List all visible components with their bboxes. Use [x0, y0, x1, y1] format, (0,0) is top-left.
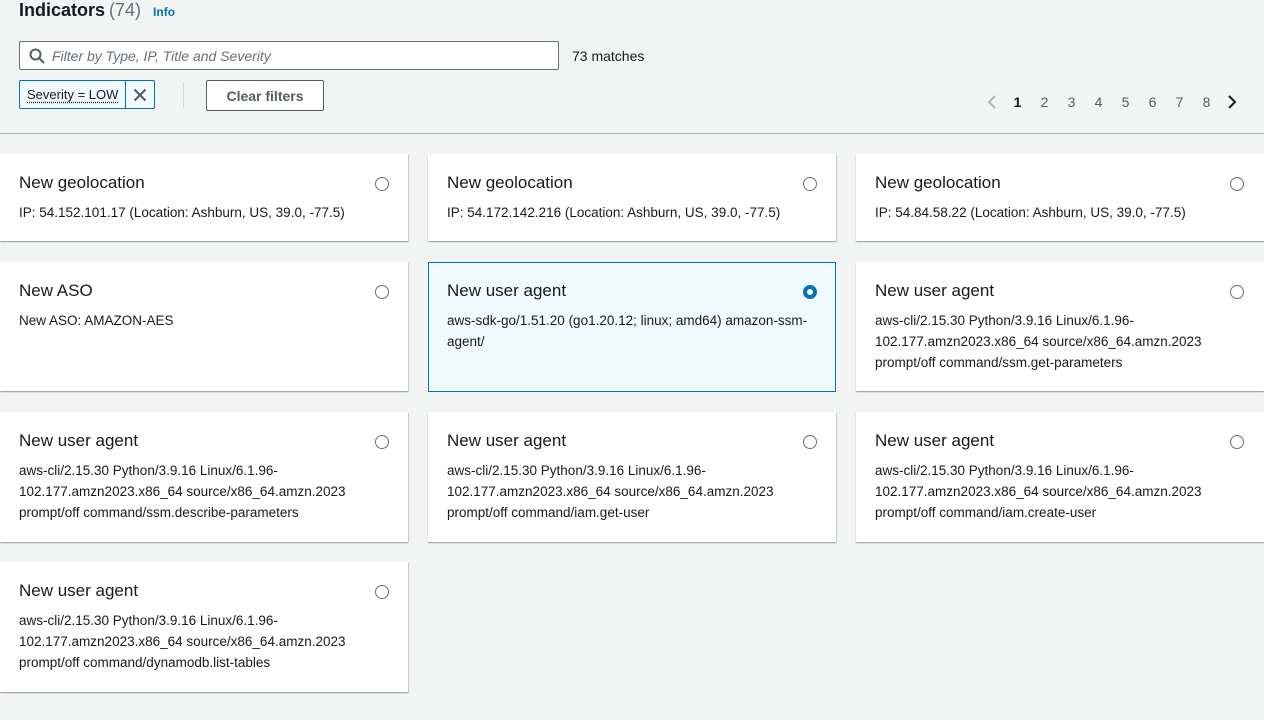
card-title: New ASO — [19, 281, 93, 300]
indicator-card[interactable]: New user agent aws-cli/2.15.30 Python/3.… — [0, 562, 408, 692]
indicators-count: (74) — [109, 0, 142, 20]
card-title: New user agent — [19, 431, 139, 450]
card-description: IP: 54.84.58.22 (Location: Ashburn, US, … — [875, 205, 1186, 220]
card-title: New user agent — [19, 581, 139, 600]
indicator-card[interactable]: New user agent aws-cli/2.15.30 Python/3.… — [428, 412, 836, 542]
card-radio[interactable] — [375, 585, 389, 599]
page-2[interactable]: 2 — [1031, 93, 1058, 111]
page-3[interactable]: 3 — [1058, 93, 1085, 111]
indicator-card[interactable]: New user agent aws-cli/2.15.30 Python/3.… — [0, 412, 408, 542]
pagination: 1 2 3 4 5 6 7 8 — [980, 93, 1244, 111]
divider — [183, 82, 184, 108]
card-radio[interactable] — [1230, 435, 1244, 449]
indicator-card[interactable]: New geolocation IP: 54.152.101.17 (Locat… — [0, 154, 408, 241]
card-title: New user agent — [447, 431, 567, 450]
card-description: IP: 54.152.101.17 (Location: Ashburn, US… — [19, 205, 345, 220]
page-6[interactable]: 6 — [1139, 93, 1166, 111]
card-title: New geolocation — [875, 173, 1001, 192]
page-1[interactable]: 1 — [1004, 93, 1031, 111]
section-divider — [0, 133, 1264, 134]
indicator-card[interactable]: New geolocation IP: 54.172.142.216 (Loca… — [428, 154, 836, 241]
indicator-card-selected[interactable]: New user agent aws-sdk-go/1.51.20 (go1.2… — [428, 262, 836, 392]
card-radio[interactable] — [803, 177, 817, 191]
card-radio[interactable] — [1230, 285, 1244, 299]
page-title: Indicators — [19, 0, 106, 20]
card-title: New geolocation — [447, 173, 573, 192]
card-description: aws-cli/2.15.30 Python/3.9.16 Linux/6.1.… — [19, 613, 346, 670]
card-radio[interactable] — [375, 285, 389, 299]
indicator-card[interactable]: New geolocation IP: 54.84.58.22 (Locatio… — [856, 154, 1264, 241]
card-description: aws-cli/2.15.30 Python/3.9.16 Linux/6.1.… — [875, 463, 1202, 520]
chevron-right-icon[interactable] — [1220, 93, 1244, 111]
close-icon[interactable] — [126, 81, 154, 108]
card-title: New user agent — [875, 281, 995, 300]
card-description: aws-cli/2.15.30 Python/3.9.16 Linux/6.1.… — [19, 463, 346, 520]
indicator-card[interactable]: New user agent aws-cli/2.15.30 Python/3.… — [856, 262, 1264, 391]
filter-token: Severity = LOW — [19, 80, 156, 109]
card-description: aws-cli/2.15.30 Python/3.9.16 Linux/6.1.… — [875, 313, 1202, 370]
page-8[interactable]: 8 — [1193, 93, 1220, 111]
card-radio[interactable] — [375, 177, 389, 191]
card-description: New ASO: AMAZON-AES — [19, 313, 174, 328]
card-radio[interactable] — [803, 435, 817, 449]
search-icon — [29, 48, 45, 64]
card-title: New geolocation — [19, 173, 145, 192]
card-title: New user agent — [447, 281, 567, 300]
search-box[interactable] — [19, 41, 559, 70]
chevron-left-icon[interactable] — [980, 93, 1004, 111]
search-input[interactable] — [52, 47, 558, 64]
card-description: aws-cli/2.15.30 Python/3.9.16 Linux/6.1.… — [447, 463, 774, 520]
card-radio[interactable] — [1230, 177, 1244, 191]
filter-token-label[interactable]: Severity = LOW — [20, 81, 127, 108]
indicators-header: Indicators (74) Info — [19, 0, 175, 24]
card-description: aws-sdk-go/1.51.20 (go1.20.12; linux; am… — [447, 313, 808, 349]
indicator-card[interactable]: New ASO New ASO: AMAZON-AES — [0, 262, 408, 391]
info-link[interactable]: Info — [153, 5, 175, 19]
card-title: New user agent — [875, 431, 995, 450]
page-5[interactable]: 5 — [1112, 93, 1139, 111]
indicator-card[interactable]: New user agent aws-cli/2.15.30 Python/3.… — [856, 412, 1264, 542]
card-description: IP: 54.172.142.216 (Location: Ashburn, U… — [447, 205, 781, 220]
page-7[interactable]: 7 — [1166, 93, 1193, 111]
card-radio[interactable] — [375, 435, 389, 449]
card-radio-checked[interactable] — [803, 285, 817, 299]
page-4[interactable]: 4 — [1085, 93, 1112, 111]
clear-filters-button[interactable]: Clear filters — [206, 80, 324, 111]
matches-count: 73 matches — [572, 48, 645, 64]
